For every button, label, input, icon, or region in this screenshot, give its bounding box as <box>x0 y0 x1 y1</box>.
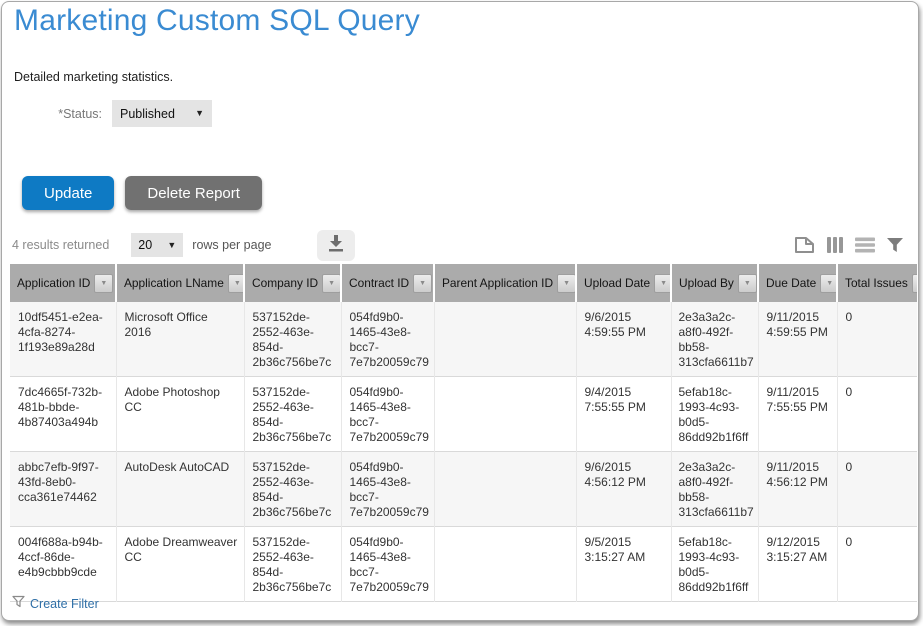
column-filter-button[interactable]: ▼ <box>912 274 917 293</box>
table-cell: 2e3a3a2c-a8f0-492f-bb58-313cfa6611b7 <box>671 302 758 377</box>
table-cell <box>434 302 576 377</box>
table-cell: Adobe Photoshop CC <box>116 377 244 452</box>
row-view-icon[interactable] <box>855 237 875 253</box>
card-view-icon[interactable] <box>794 236 815 254</box>
table-cell: 054fd9b0-1465-43e8-bcc7-7e7b20059c79 <box>341 302 434 377</box>
column-header-application-lname: Application LName ▼ <box>116 264 244 302</box>
column-label: Company ID <box>252 276 318 290</box>
column-header-application-id: Application ID ▼ <box>10 264 116 302</box>
table-cell: 054fd9b0-1465-43e8-bcc7-7e7b20059c79 <box>341 377 434 452</box>
chevron-down-icon: ▼ <box>167 241 176 250</box>
results-bar: 4 results returned 20 ▼ rows per page <box>12 228 904 262</box>
delete-report-button[interactable]: Delete Report <box>125 176 262 210</box>
table-cell: 7dc4665f-732b-481b-bbde-4b87403a494b <box>10 377 116 452</box>
table-cell: 054fd9b0-1465-43e8-bcc7-7e7b20059c79 <box>341 452 434 527</box>
view-toolbar <box>794 236 904 254</box>
results-table: Application ID▼Application LName▼Company… <box>10 264 917 602</box>
page-size-value: 20 <box>138 238 152 252</box>
table-cell: Microsoft Office 2016 <box>116 302 244 377</box>
action-buttons: Update Delete Report <box>22 176 262 210</box>
page-subtitle: Detailed marketing statistics. <box>14 70 173 84</box>
column-header-upload-date: Upload Date ▼ <box>576 264 671 302</box>
column-header-parent-application-id: Parent Application ID ▼ <box>434 264 576 302</box>
table-cell: 004f688a-b94b-4ccf-86de-e4b9cbbb9cde <box>10 527 116 602</box>
table-row[interactable]: abbc7efb-9f97-43fd-8eb0-cca361e74462Auto… <box>10 452 917 527</box>
table-cell: 9/12/2015 3:15:27 AM <box>758 527 837 602</box>
rows-per-page-label: rows per page <box>192 238 271 252</box>
table-cell: abbc7efb-9f97-43fd-8eb0-cca361e74462 <box>10 452 116 527</box>
table-cell: 9/4/2015 7:55:55 PM <box>576 377 671 452</box>
column-label: Parent Application ID <box>442 276 553 290</box>
table-cell <box>434 377 576 452</box>
create-filter-funnel-icon <box>12 595 25 613</box>
column-label: Upload By <box>679 276 734 290</box>
column-view-icon[interactable] <box>826 236 844 254</box>
table-cell <box>434 452 576 527</box>
column-filter-button[interactable]: ▼ <box>738 274 757 293</box>
app-window: Marketing Custom SQL Query Detailed mark… <box>1 1 919 621</box>
table-cell: 9/6/2015 4:56:12 PM <box>576 452 671 527</box>
table-row[interactable]: 004f688a-b94b-4ccf-86de-e4b9cbbb9cdeAdob… <box>10 527 917 602</box>
column-header-total-issues: Total Issues ▼ <box>837 264 917 302</box>
table-cell: 5efab18c-1993-4c93-b0d5-86dd92b1f6ff <box>671 527 758 602</box>
table-cell: AutoDesk AutoCAD <box>116 452 244 527</box>
column-header-due-date: Due Date ▼ <box>758 264 837 302</box>
update-button[interactable]: Update <box>22 176 114 210</box>
column-filter-button[interactable]: ▼ <box>413 274 432 293</box>
status-label: *Status: <box>2 107 112 121</box>
table-cell: 537152de-2552-463e-854d-2b36c756be7c <box>244 302 341 377</box>
filter-icon[interactable] <box>886 237 904 253</box>
chevron-down-icon: ▼ <box>195 109 204 118</box>
table-cell: 9/5/2015 3:15:27 AM <box>576 527 671 602</box>
table-cell: 0 <box>837 452 917 527</box>
column-header-company-id: Company ID ▼ <box>244 264 341 302</box>
status-select[interactable]: Published ▼ <box>112 100 212 127</box>
column-filter-button[interactable]: ▼ <box>94 274 113 293</box>
column-filter-button[interactable]: ▼ <box>557 274 576 293</box>
table-cell: 537152de-2552-463e-854d-2b36c756be7c <box>244 452 341 527</box>
table-cell: 2e3a3a2c-a8f0-492f-bb58-313cfa6611b7 <box>671 452 758 527</box>
page-title: Marketing Custom SQL Query <box>14 4 420 38</box>
table-cell: 9/6/2015 4:59:55 PM <box>576 302 671 377</box>
column-label: Contract ID <box>349 276 409 290</box>
table-footer: Create Filter <box>12 595 99 613</box>
table-row[interactable]: 7dc4665f-732b-481b-bbde-4b87403a494bAdob… <box>10 377 917 452</box>
column-filter-button[interactable]: ▼ <box>654 274 671 293</box>
column-label: Application LName <box>124 276 224 290</box>
table-cell: Adobe Dreamweaver CC <box>116 527 244 602</box>
column-filter-button[interactable]: ▼ <box>820 274 837 293</box>
table-cell: 0 <box>837 527 917 602</box>
column-header-upload-by: Upload By ▼ <box>671 264 758 302</box>
column-filter-button[interactable]: ▼ <box>228 274 244 293</box>
page-size-select[interactable]: 20 ▼ <box>131 233 183 257</box>
header-row: Application ID▼Application LName▼Company… <box>10 264 917 302</box>
download-icon <box>326 234 346 257</box>
table-cell: 0 <box>837 302 917 377</box>
column-label: Upload Date <box>584 276 650 290</box>
status-select-value: Published <box>120 107 175 121</box>
table-cell: 5efab18c-1993-4c93-b0d5-86dd92b1f6ff <box>671 377 758 452</box>
export-button[interactable] <box>317 230 355 261</box>
column-label: Application ID <box>17 276 90 290</box>
table-cell: 10df5451-e2ea-4cfa-8274-1f193e89a28d <box>10 302 116 377</box>
table-body: 10df5451-e2ea-4cfa-8274-1f193e89a28dMicr… <box>10 302 917 602</box>
table-cell: 0 <box>837 377 917 452</box>
table-row[interactable]: 10df5451-e2ea-4cfa-8274-1f193e89a28dMicr… <box>10 302 917 377</box>
results-count-text: 4 results returned <box>12 238 109 252</box>
table-cell: 537152de-2552-463e-854d-2b36c756be7c <box>244 377 341 452</box>
table-cell: 9/11/2015 7:55:55 PM <box>758 377 837 452</box>
table-cell <box>434 527 576 602</box>
status-field-row: *Status: Published ▼ <box>2 100 212 127</box>
create-filter-link[interactable]: Create Filter <box>30 597 99 611</box>
table-cell: 054fd9b0-1465-43e8-bcc7-7e7b20059c79 <box>341 527 434 602</box>
column-label: Due Date <box>766 276 816 290</box>
table-cell: 537152de-2552-463e-854d-2b36c756be7c <box>244 527 341 602</box>
column-label: Total Issues <box>845 276 908 290</box>
column-header-contract-id: Contract ID ▼ <box>341 264 434 302</box>
table-cell: 9/11/2015 4:59:55 PM <box>758 302 837 377</box>
table-cell: 9/11/2015 4:56:12 PM <box>758 452 837 527</box>
column-filter-button[interactable]: ▼ <box>322 274 341 293</box>
